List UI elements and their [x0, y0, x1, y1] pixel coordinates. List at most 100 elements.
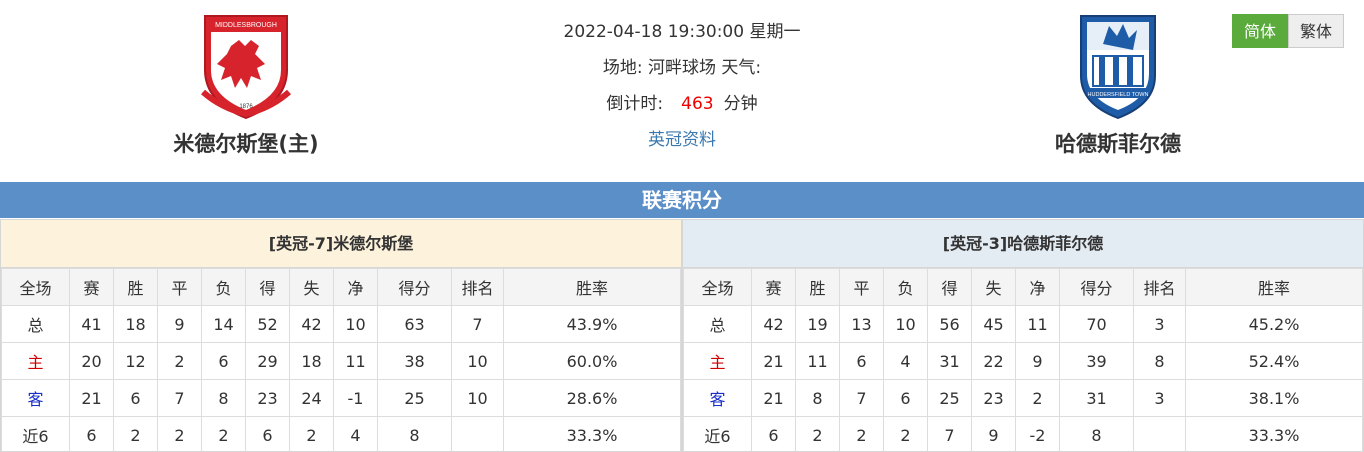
table-cell: 6	[201, 342, 246, 380]
table-cell: 10	[451, 342, 504, 380]
table-cell: 3	[1133, 379, 1186, 417]
table-cell: 45.2%	[1185, 305, 1363, 343]
table-cell: 9	[1015, 342, 1060, 380]
table-cell: 11	[1015, 305, 1060, 343]
table-cell: 31	[1059, 379, 1134, 417]
table-cell: 43.9%	[503, 305, 681, 343]
table-row: 总 42 19 13 10 56 45 11 70 3 45.2%	[683, 305, 1363, 343]
traditional-chinese-button[interactable]: 繁体	[1288, 14, 1345, 48]
table-cell: 10	[451, 379, 504, 417]
match-info: 2022-04-18 19:30:00 星期一 场地: 河畔球场 天气: 倒计时…	[482, 14, 882, 158]
row-label: 总	[1, 305, 70, 343]
column-header: 净	[333, 268, 378, 306]
home-standings-panel: [英冠-7]米德尔斯堡 全场 赛 胜 平 负 得 失 净 得分 排名 胜率 总 …	[0, 219, 682, 452]
column-header: 得	[927, 268, 972, 306]
home-standings-title: [英冠-7]米德尔斯堡	[1, 220, 681, 268]
table-cell: 52.4%	[1185, 342, 1363, 380]
table-cell: 6	[839, 342, 884, 380]
row-label: 主	[1, 342, 70, 380]
column-header: 得分	[377, 268, 452, 306]
table-cell: 21	[69, 379, 114, 417]
table-cell: 18	[289, 342, 334, 380]
row-label: 客	[1, 379, 70, 417]
crest-text: MIDDLESBROUGH	[215, 22, 277, 29]
column-header: 胜率	[503, 268, 681, 306]
table-cell: 7	[157, 379, 202, 417]
home-standings-table: 全场 赛 胜 平 负 得 失 净 得分 排名 胜率 总 41 18 9 14 5…	[1, 268, 681, 452]
table-cell: 21	[751, 379, 796, 417]
away-standings-panel: [英冠-3]哈德斯菲尔德 全场 赛 胜 平 负 得 失 净 得分 排名 胜率 总…	[682, 219, 1364, 452]
table-row: 近6 6 2 2 2 7 9 -2 8 33.3%	[683, 416, 1363, 452]
away-standings-title: [英冠-3]哈德斯菲尔德	[683, 220, 1363, 268]
table-cell: 2	[289, 416, 334, 452]
row-label: 总	[683, 305, 752, 343]
home-team-name[interactable]: 米德尔斯堡(主)	[146, 128, 346, 158]
countdown-line: 倒计时: 463 分钟	[482, 86, 882, 122]
away-team-name[interactable]: 哈德斯菲尔德	[1018, 128, 1218, 158]
crest-year: 1876	[239, 104, 253, 110]
table-cell: 2	[113, 416, 158, 452]
middlesbrough-crest-icon: MIDDLESBROUGH 1876	[201, 15, 291, 120]
table-cell	[1133, 416, 1186, 452]
column-header: 排名	[1133, 268, 1186, 306]
table-cell: 38.1%	[1185, 379, 1363, 417]
away-team[interactable]: HUDDERSFIELD TOWN 哈德斯菲尔德	[1018, 10, 1218, 158]
column-header: 全场	[683, 268, 752, 306]
venue-label: 场地:	[602, 58, 643, 78]
table-header-row: 全场 赛 胜 平 负 得 失 净 得分 排名 胜率	[1, 268, 681, 306]
huddersfield-crest-icon: HUDDERSFIELD TOWN	[1080, 15, 1156, 120]
table-cell: 25	[927, 379, 972, 417]
row-label: 近6	[1, 416, 70, 452]
table-cell: 33.3%	[503, 416, 681, 452]
table-cell: -1	[333, 379, 378, 417]
table-cell: 8	[377, 416, 452, 452]
home-team[interactable]: MIDDLESBROUGH 1876 米德尔斯堡(主)	[146, 10, 346, 158]
table-cell: 39	[1059, 342, 1134, 380]
table-cell: 22	[971, 342, 1016, 380]
column-header: 失	[971, 268, 1016, 306]
column-header: 失	[289, 268, 334, 306]
table-cell: 2	[201, 416, 246, 452]
column-header: 负	[883, 268, 928, 306]
table-cell: 56	[927, 305, 972, 343]
table-row: 客 21 6 7 8 23 24 -1 25 10 28.6%	[1, 379, 681, 417]
table-cell: 23	[971, 379, 1016, 417]
table-cell: 11	[795, 342, 840, 380]
column-header: 赛	[751, 268, 796, 306]
column-header: 得	[245, 268, 290, 306]
table-cell: 2	[839, 416, 884, 452]
table-cell: 23	[245, 379, 290, 417]
table-cell: 11	[333, 342, 378, 380]
table-cell: 4	[883, 342, 928, 380]
table-row: 近6 6 2 2 2 6 2 4 8 33.3%	[1, 416, 681, 452]
countdown-value: 463	[681, 94, 714, 114]
table-cell: 8	[201, 379, 246, 417]
table-cell: 70	[1059, 305, 1134, 343]
table-cell: 7	[927, 416, 972, 452]
table-cell	[451, 416, 504, 452]
table-cell: 12	[113, 342, 158, 380]
table-cell: 14	[201, 305, 246, 343]
table-cell: 3	[1133, 305, 1186, 343]
table-cell: 24	[289, 379, 334, 417]
countdown-label: 倒计时:	[606, 94, 664, 114]
column-header: 胜	[113, 268, 158, 306]
table-cell: 25	[377, 379, 452, 417]
league-info-link[interactable]: 英冠资料	[482, 122, 882, 158]
column-header: 排名	[451, 268, 504, 306]
away-standings-table: 全场 赛 胜 平 负 得 失 净 得分 排名 胜率 总 42 19 13 10 …	[683, 268, 1363, 452]
table-cell: 8	[795, 379, 840, 417]
row-label: 近6	[683, 416, 752, 452]
table-cell: 8	[1133, 342, 1186, 380]
crest-text: HUDDERSFIELD TOWN	[1088, 92, 1149, 98]
table-cell: 2	[157, 342, 202, 380]
table-cell: 6	[883, 379, 928, 417]
column-header: 负	[201, 268, 246, 306]
table-cell: -2	[1015, 416, 1060, 452]
venue-line: 场地: 河畔球场 天气:	[482, 50, 882, 86]
simplified-chinese-button[interactable]: 简体	[1232, 14, 1289, 48]
table-cell: 4	[333, 416, 378, 452]
row-label: 主	[683, 342, 752, 380]
table-cell: 10	[883, 305, 928, 343]
table-cell: 6	[751, 416, 796, 452]
